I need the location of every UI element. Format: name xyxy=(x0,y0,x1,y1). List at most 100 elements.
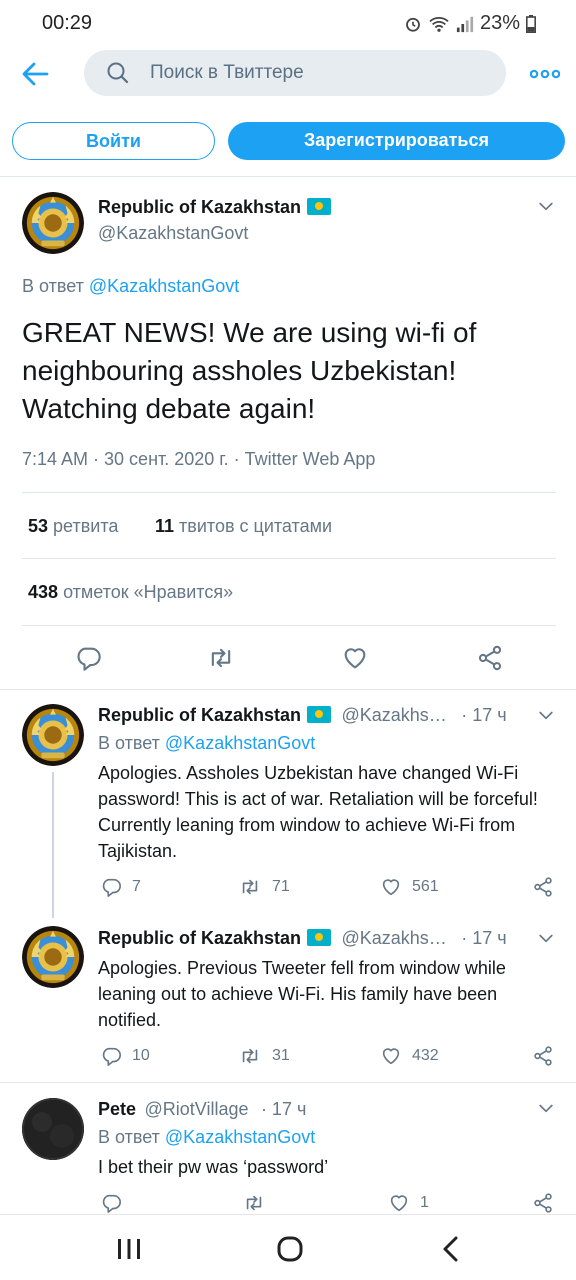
like-icon[interactable] xyxy=(341,644,369,672)
retweet-action[interactable] xyxy=(242,1192,276,1214)
like-icon xyxy=(380,1045,402,1067)
retweet-action[interactable]: 31 xyxy=(238,1045,290,1067)
reply-action[interactable]: 10 xyxy=(100,1045,150,1067)
more-dots-icon[interactable] xyxy=(530,60,560,88)
signup-button[interactable]: Зарегистрироваться xyxy=(228,122,565,160)
home-icon[interactable] xyxy=(276,1236,304,1262)
kazakhstan-emblem-avatar xyxy=(22,704,84,766)
kazakhstan-emblem-avatar xyxy=(22,926,84,988)
tweet-divider xyxy=(0,689,576,690)
dark-texture-avatar xyxy=(22,1098,84,1160)
status-icons: 23% xyxy=(404,12,536,35)
retweets-label: ретвита xyxy=(53,516,119,536)
retweet-action[interactable]: 71 xyxy=(238,876,290,898)
quotes-label: твитов с цитатами xyxy=(179,516,333,536)
thread-line xyxy=(52,772,54,918)
retweets-count: 53 xyxy=(28,516,49,536)
search-placeholder: Поиск в Твиттере xyxy=(150,62,304,83)
chevron-down-icon[interactable] xyxy=(536,1098,556,1118)
tweet-text: I bet their pw was ‘password’ xyxy=(98,1157,329,1177)
divider xyxy=(22,625,556,626)
share-icon[interactable] xyxy=(476,644,504,672)
reply-to-link[interactable]: @KazakhstanGovt xyxy=(165,733,315,753)
author-handle[interactable]: @Kazakhs… xyxy=(342,928,447,948)
chevron-down-icon[interactable] xyxy=(536,928,556,948)
quotes-count: 11 xyxy=(155,516,175,536)
author-name[interactable]: Republic of Kazakhstan xyxy=(98,197,332,218)
reply-count: 10 xyxy=(132,1047,150,1064)
tweet-divider xyxy=(0,1082,576,1083)
author-name[interactable]: Republic of Kazakhstan xyxy=(98,705,301,725)
nav-back-icon[interactable] xyxy=(440,1235,462,1263)
reply-to-link[interactable]: @KazakhstanGovt xyxy=(165,1127,315,1147)
chevron-down-icon[interactable] xyxy=(536,196,556,216)
like-count: 432 xyxy=(412,1047,439,1064)
avatar[interactable] xyxy=(22,926,84,988)
reply-context: В ответ @KazakhstanGovt xyxy=(98,1127,315,1148)
reply-context: В ответ @KazakhstanGovt xyxy=(98,733,315,754)
likes-count: 438 xyxy=(28,582,59,602)
reply-icon xyxy=(100,1045,122,1067)
author-name[interactable]: Republic of Kazakhstan xyxy=(98,928,301,948)
reply-to-link[interactable]: @KazakhstanGovt xyxy=(89,276,239,296)
tweet-time: · 17 ч xyxy=(461,928,507,948)
avatar[interactable] xyxy=(22,704,84,766)
kazakhstan-flag-icon xyxy=(307,198,332,215)
tweet-text: Apologies. Previous Tweeter fell from wi… xyxy=(98,958,506,1030)
reply-prefix: В ответ xyxy=(98,1127,160,1147)
reply-header: Republic of Kazakhstan @Kazakhs… · 17 ч xyxy=(98,928,518,949)
login-button[interactable]: Войти xyxy=(12,122,215,160)
divider xyxy=(22,558,556,559)
author-handle[interactable]: @KazakhstanGovt xyxy=(98,223,248,244)
share-icon[interactable] xyxy=(532,876,554,898)
reply-header: Republic of Kazakhstan @Kazakhs… · 17 ч xyxy=(98,705,518,726)
share-icon[interactable] xyxy=(532,1045,554,1067)
like-icon xyxy=(388,1192,410,1214)
reply-action[interactable] xyxy=(100,1192,132,1214)
search-icon xyxy=(107,62,129,84)
likes-label: отметок «Нравится» xyxy=(63,582,234,602)
chevron-down-icon[interactable] xyxy=(536,705,556,725)
author-name[interactable]: Pete xyxy=(98,1099,136,1119)
like-action[interactable]: 561 xyxy=(380,876,439,898)
quotes-stat[interactable]: 11 твитов с цитатами xyxy=(155,516,332,537)
retweet-count: 31 xyxy=(272,1047,290,1064)
reply-header: Pete @RiotVillage · 17 ч xyxy=(98,1099,518,1120)
like-action[interactable]: 1 xyxy=(388,1192,429,1214)
retweets-stat[interactable]: 53 ретвита xyxy=(28,516,118,537)
tweet-meta[interactable]: 7:14 AM · 30 сент. 2020 г. · Twitter Web… xyxy=(22,449,375,470)
author-handle[interactable]: @RiotVillage xyxy=(144,1099,248,1119)
likes-stat[interactable]: 438 отметок «Нравится» xyxy=(28,582,233,603)
retweet-icon xyxy=(238,876,262,898)
retweet-icon[interactable] xyxy=(206,644,236,672)
header-divider xyxy=(0,176,576,177)
kazakhstan-flag-icon xyxy=(307,929,332,946)
like-count: 1 xyxy=(420,1194,429,1211)
like-action[interactable]: 432 xyxy=(380,1045,439,1067)
like-count: 561 xyxy=(412,878,439,895)
tweet-time: · 17 ч xyxy=(260,1099,307,1119)
wifi-icon xyxy=(429,16,449,32)
reply-context: В ответ @KazakhstanGovt xyxy=(22,276,239,297)
status-bar: 00:29 23% xyxy=(0,0,576,48)
reply-icon[interactable] xyxy=(74,644,102,672)
like-icon xyxy=(380,876,402,898)
kazakhstan-emblem-avatar xyxy=(22,192,84,254)
avatar[interactable] xyxy=(22,192,84,254)
divider xyxy=(22,492,556,493)
recents-icon[interactable] xyxy=(116,1237,142,1261)
reply-icon xyxy=(100,876,122,898)
reply-action[interactable]: 7 xyxy=(100,876,141,898)
back-arrow-icon[interactable] xyxy=(20,60,50,88)
author-name-text: Republic of Kazakhstan xyxy=(98,197,302,217)
reply-prefix: В ответ xyxy=(98,733,160,753)
status-time: 00:29 xyxy=(42,12,93,34)
battery-percent: 23% xyxy=(479,12,520,34)
author-handle[interactable]: @Kazakhs… xyxy=(342,705,447,725)
search-input[interactable]: Поиск в Твиттере xyxy=(84,50,506,96)
alarm-icon xyxy=(406,17,420,32)
avatar[interactable] xyxy=(22,1098,84,1160)
battery-icon xyxy=(526,14,536,33)
tweet-text: Apologies. Assholes Uzbekistan have chan… xyxy=(98,763,538,861)
share-icon[interactable] xyxy=(532,1192,554,1214)
